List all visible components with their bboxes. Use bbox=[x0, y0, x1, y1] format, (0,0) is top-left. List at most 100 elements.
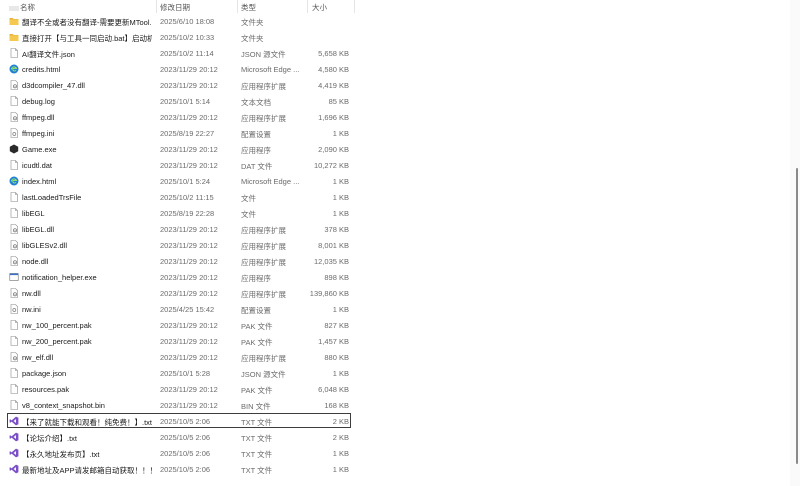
file-type: 文本文档 bbox=[241, 98, 271, 107]
folder-icon bbox=[9, 16, 19, 26]
file-row[interactable]: resources.pak 2023/11/29 20:12 PAK 文件 6,048… bbox=[0, 381, 790, 397]
file-name: ffmpeg.dll bbox=[22, 113, 55, 122]
file-row[interactable]: icudtl.dat 2023/11/29 20:12 DAT 文件 10,272 K… bbox=[0, 157, 790, 173]
file-name: 最新地址及APP请发邮箱自动获取！！！... bbox=[22, 466, 152, 475]
column-divider[interactable] bbox=[156, 0, 157, 13]
file-type: TXT 文件 bbox=[241, 466, 273, 475]
column-name-header[interactable]: 名称 bbox=[20, 2, 35, 13]
file-size: 2 KB bbox=[332, 433, 349, 442]
file-name: nw_200_percent.pak bbox=[22, 337, 92, 346]
file-row[interactable]: v8_context_snapshot.bin 2023/11/29 20:12 B… bbox=[0, 397, 790, 413]
file-row[interactable]: nw.dll 2023/11/29 20:12 应用程序扩展 139,860 KB bbox=[0, 285, 790, 301]
file-size: 1,457 KB bbox=[318, 337, 349, 346]
file-row[interactable]: notification_helper.exe 2023/11/29 20:12 应… bbox=[0, 269, 790, 285]
file-size: 139,860 KB bbox=[309, 289, 349, 298]
document-icon bbox=[9, 160, 19, 170]
file-type: 应用程序 bbox=[241, 274, 271, 283]
file-row[interactable]: package.json 2025/10/1 5:28 JSON 源文件 1 KB bbox=[0, 365, 790, 381]
file-modified-date: 2023/11/29 20:12 bbox=[160, 161, 218, 170]
file-row[interactable]: 最新地址及APP请发邮箱自动获取！！！... 2025/10/5 2:06 TXT … bbox=[0, 461, 790, 477]
file-size: 4,580 KB bbox=[318, 65, 349, 74]
file-size: 4,419 KB bbox=[318, 81, 349, 90]
file-modified-date: 2025/10/5 2:06 bbox=[160, 449, 211, 458]
column-size-header[interactable]: 大小 bbox=[312, 2, 327, 13]
file-modified-date: 2023/11/29 20:12 bbox=[160, 385, 218, 394]
file-row[interactable]: Game.exe 2023/11/29 20:12 应用程序 2,090 KB bbox=[0, 141, 790, 157]
file-row[interactable]: debug.log 2025/10/1 5:14 文本文档 85 KB bbox=[0, 93, 790, 109]
file-size: 1 KB bbox=[332, 177, 349, 186]
file-row[interactable]: 直接打开【与工具一同启动.bat】启动机翻 2025/10/2 10:33 文件夹 bbox=[0, 29, 790, 45]
column-divider[interactable] bbox=[307, 0, 308, 13]
file-modified-date: 2023/11/29 20:12 bbox=[160, 401, 218, 410]
file-row[interactable]: 【永久地址发布页】.txt 2025/10/5 2:06 TXT 文件 1 KB bbox=[0, 445, 790, 461]
file-row[interactable]: lastLoadedTrsFile 2025/10/2 11:15 文件 1 KB bbox=[0, 189, 790, 205]
file-modified-date: 2025/10/5 2:06 bbox=[160, 417, 211, 426]
file-modified-date: 2025/10/5 2:06 bbox=[160, 433, 211, 442]
file-name: 【论坛介绍】.txt bbox=[22, 434, 78, 443]
file-type: BIN 文件 bbox=[241, 402, 271, 411]
file-modified-date: 2025/6/10 18:08 bbox=[160, 17, 215, 26]
file-row[interactable]: credits.html 2023/11/29 20:12 Microsoft Ed… bbox=[0, 61, 790, 77]
file-type: 应用程序扩展 bbox=[241, 290, 286, 299]
file-size: 12,035 KB bbox=[313, 257, 349, 266]
file-type: Microsoft Edge ... bbox=[241, 177, 300, 186]
file-size: 1 KB bbox=[332, 193, 349, 202]
document-icon bbox=[9, 208, 19, 218]
game-exe-icon bbox=[9, 144, 19, 154]
file-size: 1 KB bbox=[332, 209, 349, 218]
file-row[interactable]: AI翻译文件.json 2025/10/2 11:14 JSON 源文件 5,658 … bbox=[0, 45, 790, 61]
file-modified-date: 2025/10/1 5:28 bbox=[160, 369, 211, 378]
vs-txt-icon bbox=[9, 432, 19, 442]
document-icon bbox=[9, 400, 19, 410]
file-row[interactable]: 【论坛介绍】.txt 2025/10/5 2:06 TXT 文件 2 KB bbox=[0, 429, 790, 445]
ini-icon bbox=[9, 304, 19, 314]
dll-icon bbox=[9, 256, 19, 266]
dll-icon bbox=[9, 112, 19, 122]
file-modified-date: 2023/11/29 20:12 bbox=[160, 337, 218, 346]
file-row[interactable]: index.html 2025/10/1 5:24 Microsoft Edge .… bbox=[0, 173, 790, 189]
file-size: 1 KB bbox=[332, 129, 349, 138]
file-modified-date: 2025/10/5 2:06 bbox=[160, 465, 211, 474]
file-size: 1,696 KB bbox=[318, 113, 349, 122]
file-row[interactable]: libGLESv2.dll 2023/11/29 20:12 应用程序扩展 8,001… bbox=[0, 237, 790, 253]
file-row[interactable]: libEGL 2025/8/19 22:28 文件 1 KB bbox=[0, 205, 790, 221]
column-divider[interactable] bbox=[237, 0, 238, 13]
file-name: libEGL.dll bbox=[22, 225, 55, 234]
file-modified-date: 2023/11/29 20:12 bbox=[160, 353, 218, 362]
file-modified-date: 2023/11/29 20:12 bbox=[160, 113, 218, 122]
file-row[interactable]: 【来了就能下载和观看！纯免费！】.txt 2025/10/5 2:06 TXT 文件… bbox=[0, 413, 790, 429]
file-row[interactable]: ffmpeg.ini 2025/8/19 22:27 配置设置 1 KB bbox=[0, 125, 790, 141]
file-size: 898 KB bbox=[324, 273, 349, 282]
file-modified-date: 2023/11/29 20:12 bbox=[160, 81, 218, 90]
file-row[interactable]: 翻译不全或者没有翻译-需要更新MTool... 2025/6/10 18:08 文件… bbox=[0, 13, 790, 29]
file-type: 配置设置 bbox=[241, 306, 271, 315]
file-size: 1 KB bbox=[332, 465, 349, 474]
file-size: 378 KB bbox=[324, 225, 349, 234]
file-name: debug.log bbox=[22, 97, 55, 106]
file-size: 880 KB bbox=[324, 353, 349, 362]
dll-icon bbox=[9, 80, 19, 90]
file-row[interactable]: d3dcompiler_47.dll 2023/11/29 20:12 应用程序扩展… bbox=[0, 77, 790, 93]
exe-icon bbox=[9, 272, 19, 282]
column-divider[interactable] bbox=[354, 0, 355, 13]
document-icon bbox=[9, 48, 19, 58]
file-row[interactable]: libEGL.dll 2023/11/29 20:12 应用程序扩展 378 KB bbox=[0, 221, 790, 237]
file-name: nw.ini bbox=[22, 305, 41, 314]
file-row[interactable]: ffmpeg.dll 2023/11/29 20:12 应用程序扩展 1,696 KB bbox=[0, 109, 790, 125]
column-type-header[interactable]: 类型 bbox=[241, 2, 256, 13]
file-modified-date: 2023/11/29 20:12 bbox=[160, 241, 218, 250]
file-name: lastLoadedTrsFile bbox=[22, 193, 82, 202]
vertical-scrollbar[interactable] bbox=[790, 0, 800, 486]
file-row[interactable]: nw_200_percent.pak 2023/11/29 20:12 PAK 文件… bbox=[0, 333, 790, 349]
document-icon bbox=[9, 336, 19, 346]
file-row[interactable]: node.dll 2023/11/29 20:12 应用程序扩展 12,035 KB bbox=[0, 253, 790, 269]
file-type: 应用程序扩展 bbox=[241, 354, 286, 363]
file-row[interactable]: nw.ini 2025/4/25 15:42 配置设置 1 KB bbox=[0, 301, 790, 317]
scrollbar-thumb[interactable] bbox=[796, 168, 798, 464]
file-name: AI翻译文件.json bbox=[22, 50, 75, 59]
file-modified-date: 2023/11/29 20:12 bbox=[160, 257, 218, 266]
file-modified-date: 2023/11/29 20:12 bbox=[160, 289, 218, 298]
column-date-header[interactable]: 修改日期 bbox=[160, 2, 190, 13]
file-row[interactable]: nw_100_percent.pak 2023/11/29 20:12 PAK 文件… bbox=[0, 317, 790, 333]
file-row[interactable]: nw_elf.dll 2023/11/29 20:12 应用程序扩展 880 KB bbox=[0, 349, 790, 365]
